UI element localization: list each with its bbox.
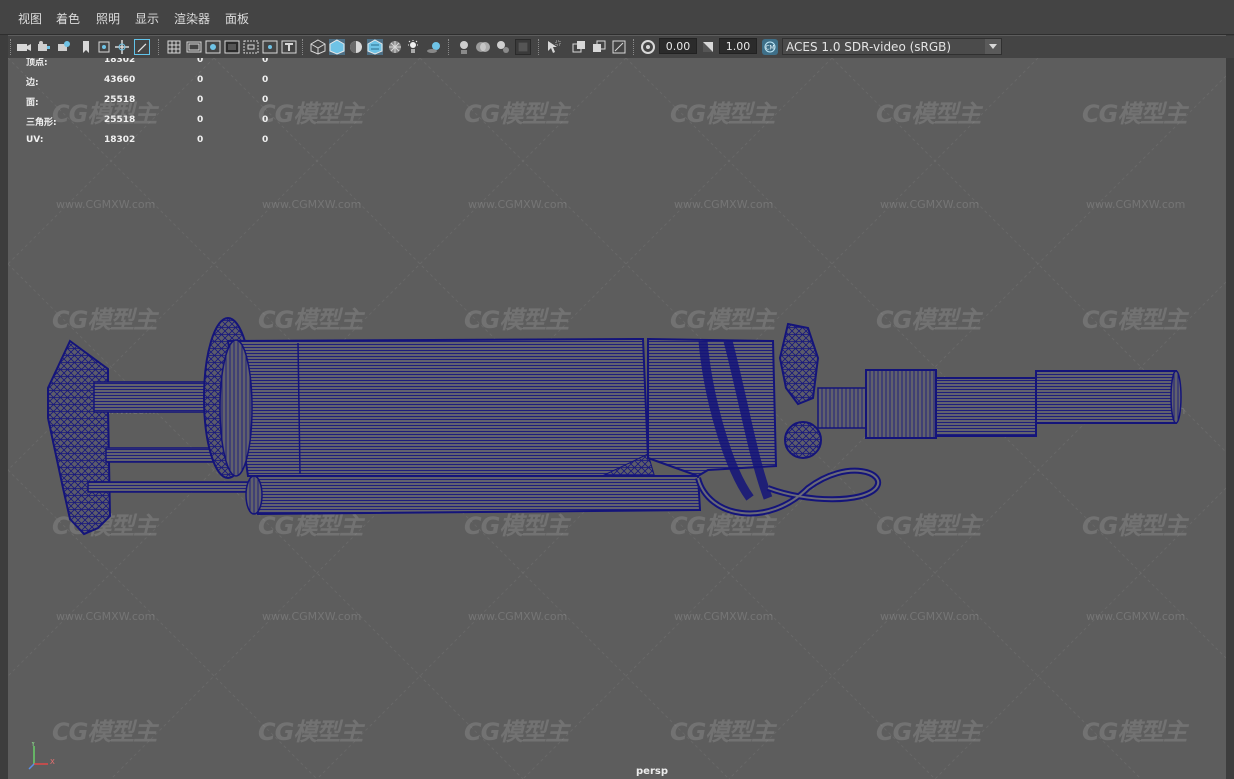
wireframe-icon[interactable] [310,39,326,55]
motion-blur-icon[interactable] [455,39,471,55]
stats-value: 0 [197,75,204,85]
stats-value: 43660 [104,75,136,85]
2d-pan-zoom-icon[interactable] [114,39,130,55]
backface-culling-icon[interactable] [611,39,627,55]
collar-section [647,337,778,501]
toolbar-separator [302,39,305,55]
toolbar-separator [538,39,541,55]
menu-show[interactable]: 显示 [132,8,162,29]
toolbar-separator [158,39,161,55]
valve-assembly [778,322,869,459]
film-gate-icon[interactable] [186,39,202,55]
anti-aliasing-icon[interactable] [475,39,491,55]
stats-value: 0 [197,135,204,145]
stats-row-triangles: 三角形: 25518 0 0 [26,115,286,128]
3d-viewport[interactable]: CG模型主 CG模型主 CG模型主 CG模型主 CG模型主 CG模型主 CG模型主 CG模型主… [8,58,1226,779]
gamma-icon[interactable] [700,39,716,55]
menu-view[interactable]: 视图 [15,8,45,29]
stats-row-edges: 边: 43660 0 0 [26,75,286,88]
toolbar-separator [10,39,13,55]
gate-mask-icon[interactable] [224,39,240,55]
camera-name-label: persp [636,766,668,777]
stats-value: 18302 [104,135,136,145]
colorspace-dropdown-arrow[interactable] [985,39,1001,54]
grid-icon[interactable] [166,39,182,55]
camera-attributes-icon[interactable] [36,39,52,55]
xray-active-components-icon[interactable] [591,39,607,55]
colorspace-value: ACES 1.0 SDR-video (sRGB) [786,40,952,54]
xray-joints-icon[interactable] [571,39,587,55]
xray-icon[interactable] [545,39,561,55]
stats-value: 0 [262,75,269,85]
stats-row-uvs: UV: 18302 0 0 [26,135,286,147]
menu-lighting[interactable]: 照明 [93,8,123,29]
chevron-down-icon [989,44,997,49]
resolution-gate-icon[interactable] [205,39,221,55]
lower-cylinder [245,475,702,516]
stats-label: 边: [26,78,39,88]
stats-value: 25518 [104,95,136,105]
stats-row-vertices: 顶点: 18302 0 0 [26,58,286,68]
smooth-shade-icon[interactable] [329,39,345,55]
menu-shading[interactable]: 着色 [53,8,83,29]
stats-label: 面: [26,98,39,108]
stats-value: 18302 [104,58,136,65]
stats-row-faces: 面: 25518 0 0 [26,95,286,108]
bookmark-icon[interactable] [78,39,94,55]
stats-value: 0 [262,95,269,105]
stats-label: 三角形: [26,118,57,128]
stats-label: 顶点: [26,58,48,68]
stats-value: 0 [262,58,269,65]
panel-toolbar: 0.00 1.00 CM ACES 1.0 SDR-video (sRGB) [8,36,1234,58]
main-cylinder [219,337,659,499]
stats-value: 0 [262,115,269,125]
front-barrel [865,369,1182,439]
isolate-select-icon[interactable] [515,39,531,55]
image-plane-icon[interactable] [96,39,112,55]
camera-lock-icon[interactable] [56,39,72,55]
depth-of-field-icon[interactable] [495,39,511,55]
exposure-icon[interactable] [640,39,656,55]
menu-panels[interactable]: 面板 [222,8,252,29]
axis-gizmo-icon: Y X [28,742,55,770]
viewport-left-border [0,34,8,779]
color-management-icon[interactable]: CM [762,39,778,55]
menu-renderer[interactable]: 渲染器 [171,8,213,29]
colorspace-dropdown[interactable]: ACES 1.0 SDR-video (sRGB) [782,38,1002,55]
wireframe-model [47,317,1182,536]
use-lights-icon[interactable] [387,39,403,55]
toolbar-separator [448,39,451,55]
exposure-field[interactable]: 0.00 [659,38,697,54]
shadows-icon[interactable] [406,39,422,55]
camera-select-icon[interactable] [16,39,32,55]
gamma-field[interactable]: 1.00 [719,38,757,54]
axis-y-label: Y [30,742,36,748]
field-chart-icon[interactable] [243,39,259,55]
hose [695,467,882,517]
axis-x-label: X [50,758,55,766]
stats-value: 0 [197,115,204,125]
toolbar-separator [633,39,636,55]
stats-value: 0 [197,58,204,65]
stats-label: UV: [26,135,44,145]
safe-action-icon[interactable] [262,39,278,55]
viewport-right-border [1226,34,1234,779]
svg-text:CM: CM [765,45,774,52]
textured-icon[interactable] [367,39,383,55]
stats-value: 0 [197,95,204,105]
stats-value: 0 [262,135,269,145]
grease-pencil-icon[interactable] [134,39,150,55]
default-material-icon[interactable] [348,39,364,55]
stats-value: 25518 [104,115,136,125]
panel-menu-bar: 视图 着色 照明 显示 渲染器 面板 [0,0,1234,35]
safe-title-icon[interactable] [281,39,297,55]
screen-ambient-occlusion-icon[interactable] [426,39,442,55]
